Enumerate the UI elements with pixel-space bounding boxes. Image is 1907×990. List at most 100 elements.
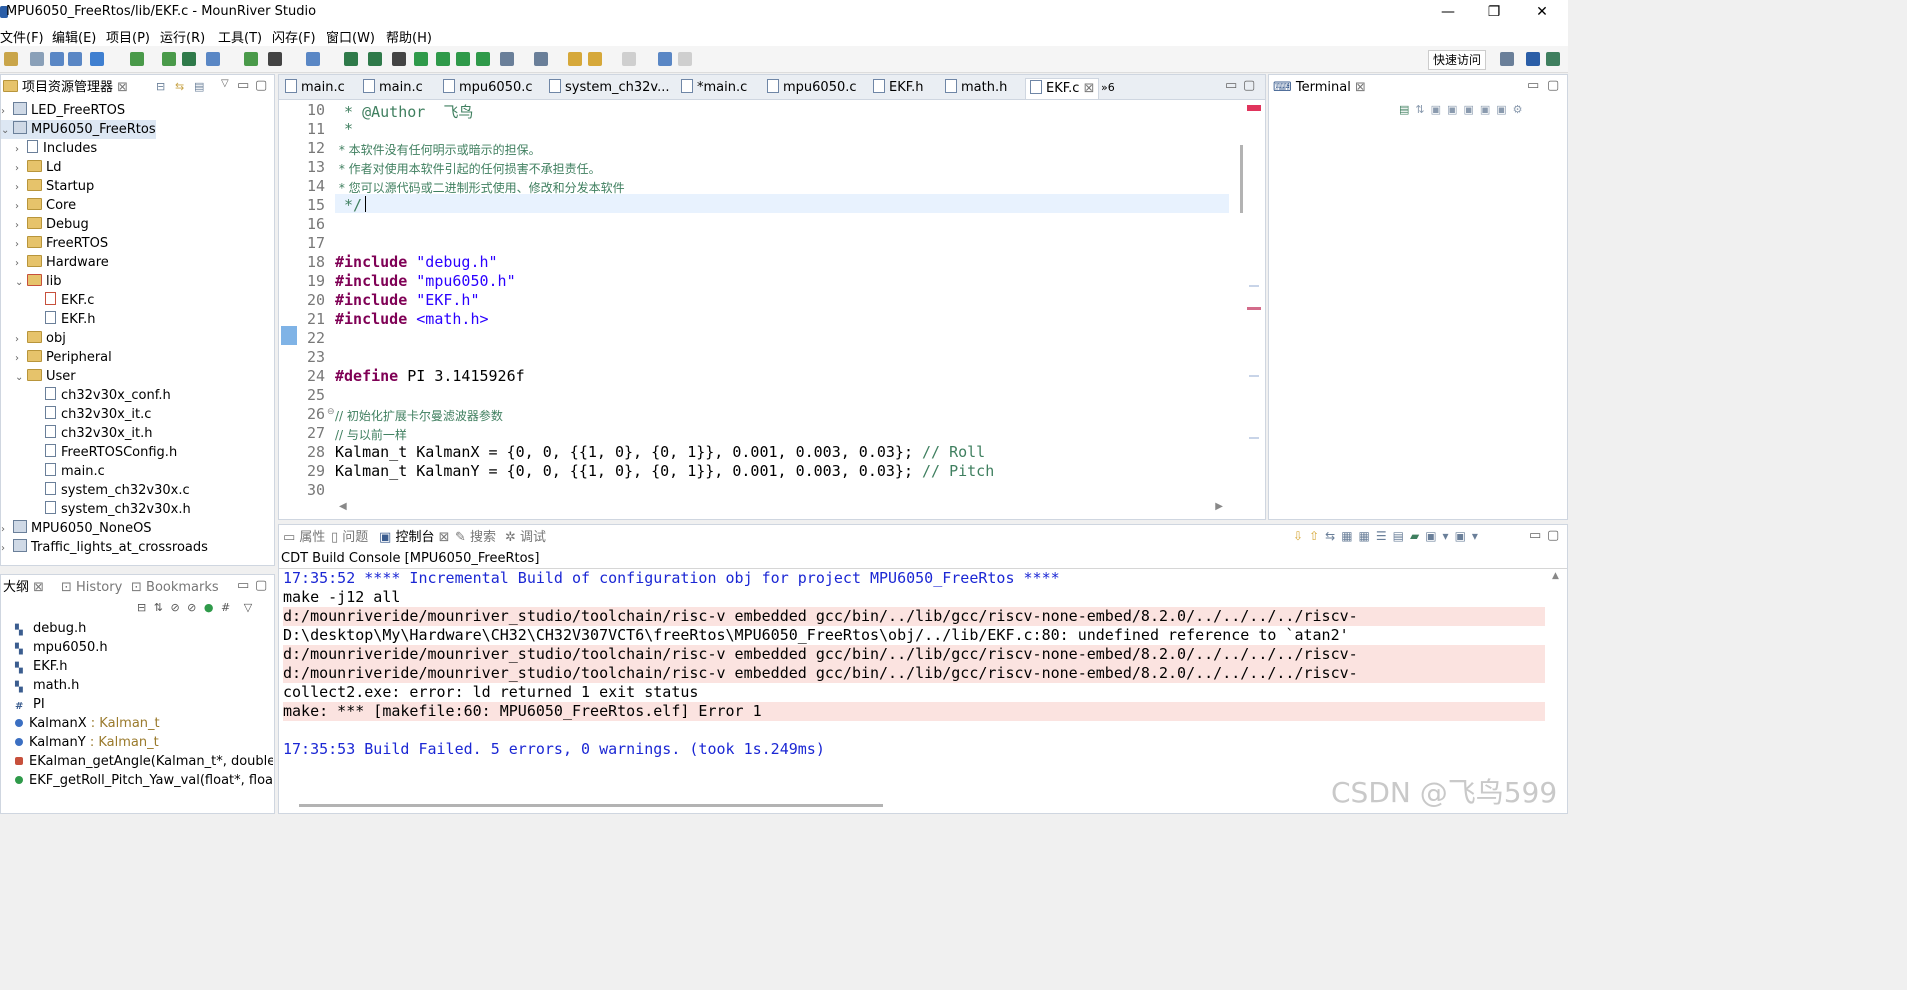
maximize-view-icon[interactable]: ▢ — [1547, 78, 1559, 93]
tab-properties[interactable]: ▭ 属性 — [283, 528, 325, 548]
bug-icon[interactable] — [268, 52, 282, 66]
tree-item-traffic-lights[interactable]: › Traffic_lights_at_crossroads — [1, 538, 208, 557]
connect-icon[interactable]: ⇅ — [1415, 103, 1430, 116]
hide-fields-icon[interactable]: ⊘ — [170, 601, 179, 614]
scrollbar-thumb[interactable] — [1240, 145, 1243, 213]
tree-item-ld[interactable]: › Ld — [15, 158, 62, 177]
show-console-icon[interactable]: ▤ — [1393, 529, 1410, 543]
tab-terminal[interactable]: ⌨ Terminal ⊠ — [1273, 78, 1366, 98]
maximize-view-icon[interactable]: ▢ — [255, 578, 267, 593]
flash-icon[interactable] — [344, 52, 358, 66]
sort-icon[interactable]: ⇅ — [154, 601, 163, 614]
next-annotation-icon[interactable] — [500, 52, 514, 66]
search-icon[interactable] — [306, 52, 320, 66]
tab-history[interactable]: ⊡ History — [61, 578, 122, 598]
layers-icon[interactable] — [182, 52, 196, 66]
menu-project[interactable]: 项目(P) — [106, 27, 150, 46]
minimize-view-icon[interactable]: ▭ — [1527, 78, 1539, 93]
outline-item-kalmany[interactable]: KalmanY : Kalman_t — [15, 733, 159, 752]
editor-tab-mpu6050-c-2[interactable]: mpu6050.c — [767, 78, 857, 98]
tree-item-lib[interactable]: ⌄ lib — [15, 272, 61, 291]
tree-item-freertosconfig-h[interactable]: FreeRTOSConfig.h — [45, 443, 177, 462]
collapse-all-icon[interactable]: ⊟ — [137, 601, 146, 614]
minimize-view-icon[interactable]: ▭ — [237, 78, 249, 93]
group-icon[interactable]: # — [221, 601, 230, 614]
console-horizontal-scrollbar[interactable] — [299, 804, 883, 807]
quick-access-field[interactable]: 快速访问 — [1428, 50, 1487, 70]
debug-perspective-icon[interactable] — [1546, 52, 1560, 66]
outline-item-kalmanx[interactable]: KalmanX : Kalman_t — [15, 714, 160, 733]
build-all-icon[interactable] — [90, 52, 104, 66]
settings-icon[interactable]: ▣ — [1447, 103, 1463, 116]
open-terminal-icon[interactable]: ▤ — [1399, 103, 1415, 116]
more-tabs-button[interactable]: »6 — [1101, 78, 1115, 98]
maximize-editor-icon[interactable]: ▢ — [1243, 78, 1255, 93]
clear-icon[interactable]: ▣ — [1480, 103, 1496, 116]
step-over-icon[interactable] — [456, 52, 470, 66]
maximize-view-icon[interactable]: ▢ — [255, 78, 267, 93]
tree-item-freertos[interactable]: › FreeRTOS — [15, 234, 108, 253]
tree-item-peripheral[interactable]: › Peripheral — [15, 348, 112, 367]
code-area[interactable]: 10 11 12 13 14 15 16 17 18 19 20 21 22 2… — [279, 99, 1239, 499]
tree-item-main-c[interactable]: main.c — [45, 462, 105, 481]
tree-item-core[interactable]: › Core — [15, 196, 76, 215]
menu-file[interactable]: 文件(F) — [0, 27, 44, 46]
tree-item-ch32v30x-it-c[interactable]: ch32v30x_it.c — [45, 405, 151, 424]
open-perspective-icon[interactable] — [1500, 52, 1514, 66]
editor-tab-ekf-c[interactable]: EKF.c ⊠ — [1025, 78, 1100, 99]
menu-flash[interactable]: 闪存(F) — [272, 27, 316, 46]
minimize-view-icon[interactable]: ▭ — [1529, 528, 1541, 543]
save-all-icon[interactable] — [50, 52, 64, 66]
tree-item-mpu6050-freertos[interactable]: ⌄ MPU6050_FreeRtos — [1, 120, 156, 139]
tree-item-ekf-c[interactable]: EKF.c — [45, 291, 94, 310]
toggle-icon[interactable]: ▣ — [1463, 103, 1479, 116]
target-icon[interactable] — [206, 52, 220, 66]
build-icon[interactable] — [68, 52, 82, 66]
prev-annotation-icon[interactable] — [534, 52, 548, 66]
minimize-editor-icon[interactable]: ▭ — [1225, 78, 1237, 93]
editor-tab-math-h[interactable]: math.h — [945, 78, 1007, 98]
outline-item-pi[interactable]: # PI — [15, 695, 45, 714]
error-overview-marker[interactable] — [1247, 105, 1261, 111]
outline-item-math-h[interactable]: ▚ math.h — [15, 676, 79, 695]
scroll-down-icon[interactable]: ⇩ — [1293, 529, 1309, 543]
collapse-all-icon[interactable]: ⊟ — [156, 80, 165, 93]
view-menu-icon[interactable]: ▽ — [244, 601, 252, 614]
minimize-view-icon[interactable]: ▭ — [237, 578, 249, 593]
open-console-icon[interactable]: ▣▾ — [1425, 529, 1454, 543]
outline-item-ekf-getroll[interactable]: EKF_getRoll_Pitch_Yaw_val(float*, float*… — [15, 771, 273, 790]
menu-tools[interactable]: 工具(T) — [218, 27, 262, 46]
last-edit-icon[interactable] — [568, 52, 582, 66]
tab-outline[interactable]: 大纲 ⊠ — [3, 578, 44, 598]
horizontal-scrollbar[interactable]: ◀ ▶ — [335, 501, 1225, 515]
tree-item-ch32v30x-conf-h[interactable]: ch32v30x_conf.h — [45, 386, 171, 405]
word-wrap-icon[interactable]: ☰ — [1376, 529, 1393, 543]
maximize-view-icon[interactable]: ▢ — [1547, 528, 1559, 543]
tree-item-hardware[interactable]: › Hardware — [15, 253, 109, 272]
tree-item-includes[interactable]: › Includes — [15, 139, 97, 158]
console-output[interactable]: 17:35:52 **** Incremental Build of confi… — [279, 569, 1549, 799]
tree-item-led-freertos[interactable]: › LED_FreeRTOS — [1, 101, 125, 120]
step-return-icon[interactable] — [476, 52, 490, 66]
close-button[interactable]: ✕ — [1519, 2, 1565, 22]
debug-icon[interactable] — [162, 52, 176, 66]
scroll-right-icon[interactable]: ▶ — [1215, 501, 1223, 512]
editor-tab-main-c-2[interactable]: main.c — [363, 78, 423, 98]
outline-item-ekalman-getangle[interactable]: EKalman_getAngle(Kalman_t*, double, c — [15, 752, 273, 771]
unpin-icon[interactable] — [678, 52, 692, 66]
erase-icon[interactable] — [368, 52, 382, 66]
menu-icon[interactable]: ⚙ — [1513, 103, 1529, 116]
editor-tab-main-c-1[interactable]: main.c — [285, 78, 345, 98]
back-icon[interactable] — [588, 52, 602, 66]
menu-help[interactable]: 帮助(H) — [386, 27, 432, 46]
console-vertical-scrollbar[interactable]: ▲ — [1551, 569, 1563, 801]
menu-edit[interactable]: 编辑(E) — [52, 27, 96, 46]
perspective-icon[interactable] — [1526, 52, 1540, 66]
tree-item-ch32v30x-it-h[interactable]: ch32v30x_it.h — [45, 424, 152, 443]
filter-icon[interactable]: ▤ — [194, 80, 204, 93]
tree-item-system-ch32v30x-c[interactable]: system_ch32v30x.c — [45, 481, 190, 500]
tree-item-ekf-h[interactable]: EKF.h — [45, 310, 96, 329]
forward-icon[interactable] — [622, 52, 636, 66]
outline-item-ekf-h[interactable]: ▚ EKF.h — [15, 657, 68, 676]
step-icon[interactable] — [436, 52, 450, 66]
